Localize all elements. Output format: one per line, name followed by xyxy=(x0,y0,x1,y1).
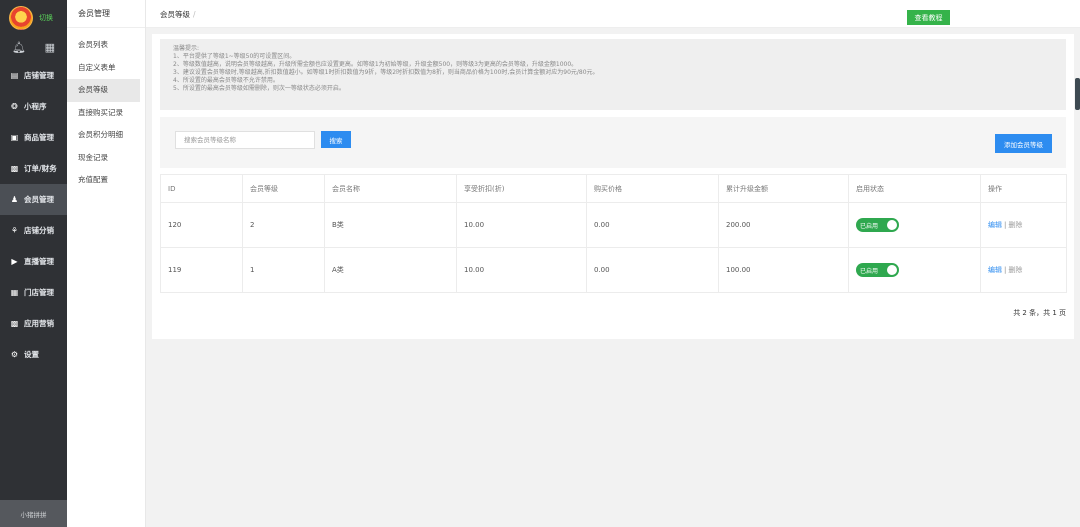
subnav-item-cash-record[interactable]: 现金记录 xyxy=(67,147,140,170)
subnav-item-direct-purchase[interactable]: 直接购买记录 xyxy=(67,102,140,125)
tips-line: 1、平台提供了等级1~等级50的可设置区间。 xyxy=(173,53,296,60)
tips-line: 4、所设置的最高会员等级不允许禁用。 xyxy=(173,77,279,84)
cell-discount: 10.00 xyxy=(456,247,587,293)
col-header-status: 启用状态 xyxy=(848,174,981,203)
sub-sidebar-title: 会员管理 xyxy=(67,0,145,28)
sidebar-item-apps[interactable]: ▩ 应用营销 xyxy=(0,308,67,339)
cell-level: 2 xyxy=(242,202,325,248)
table-row: 120 2 B类 10.00 0.00 200.00 已启用 编辑 | 删除 xyxy=(160,202,1067,248)
delete-link[interactable]: 删除 xyxy=(1008,221,1022,229)
bell-icon[interactable]: 🔔︎ xyxy=(12,41,26,54)
col-header-actions: 操作 xyxy=(980,174,1067,203)
subnav-item-member-level[interactable]: 会员等级 xyxy=(67,79,140,102)
toggle-knob xyxy=(887,220,897,230)
sidebar-item-miniapp[interactable]: ❂ 小程序 xyxy=(0,91,67,122)
edit-link[interactable]: 编辑 xyxy=(988,221,1002,229)
shop-icon: ▦ xyxy=(10,288,19,297)
top-bar: 会员等级 / 查看教程 xyxy=(146,0,1080,28)
table-row: 119 1 A类 10.00 0.00 100.00 已启用 编辑 | 删除 xyxy=(160,247,1067,293)
cell-price: 0.00 xyxy=(586,202,719,248)
col-header-price: 购买价格 xyxy=(586,174,719,203)
breadcrumb-separator: / xyxy=(193,10,196,19)
member-level-table: ID 会员等级 会员名称 享受折扣(折) 购买价格 累计升级金额 启用状态 操作… xyxy=(160,174,1067,293)
add-member-level-button[interactable]: 添加会员等级 xyxy=(995,134,1052,153)
col-header-amount: 累计升级金额 xyxy=(718,174,849,203)
edit-link[interactable]: 编辑 xyxy=(988,266,1002,274)
cell-discount: 10.00 xyxy=(456,202,587,248)
gear-icon: ⚙ xyxy=(10,350,19,359)
main-nav: ▤ 店铺管理 ❂ 小程序 ▣ 商品管理 ▩ 订单/财务 ♟ 会员管理 ⚘ 店铺分销 ▶ 直播管… xyxy=(0,60,67,370)
col-header-id: ID xyxy=(160,174,243,203)
table-header-row: ID 会员等级 会员名称 享受折扣(折) 购买价格 累计升级金额 启用状态 操作 xyxy=(160,174,1067,203)
tips-line: 温馨提示: xyxy=(173,45,200,52)
main-panel: 温馨提示: 1、平台提供了等级1~等级50的可设置区间。 2、等级数值越高，说明… xyxy=(152,34,1074,339)
sidebar-item-member[interactable]: ♟ 会员管理 xyxy=(0,184,67,215)
cell-status: 已启用 xyxy=(848,247,981,293)
breadcrumb-current: 会员等级 xyxy=(160,10,190,19)
breadcrumb: 会员等级 / xyxy=(160,9,196,20)
sidebar-item-product[interactable]: ▣ 商品管理 xyxy=(0,122,67,153)
status-toggle[interactable]: 已启用 xyxy=(856,218,899,232)
action-separator: | xyxy=(1004,221,1007,229)
subnav-item-points-detail[interactable]: 会员积分明细 xyxy=(67,124,140,147)
tips-line: 3、建议设置会员等级时,等级越高,折扣数值越小。如等级1时折扣数值为9折，等级2… xyxy=(173,69,599,76)
cell-amount: 100.00 xyxy=(718,247,849,293)
sidebar-header: 切换 xyxy=(0,0,67,36)
apps-icon: ▩ xyxy=(10,319,19,328)
cell-actions: 编辑 | 删除 xyxy=(980,202,1067,248)
tips-line: 5、所设置的最高会员等级如需删除，则次一等级状态必须开启。 xyxy=(173,85,345,92)
status-toggle[interactable]: 已启用 xyxy=(856,263,899,277)
switch-link[interactable]: 切换 xyxy=(39,13,53,23)
sidebar-item-live[interactable]: ▶ 直播管理 xyxy=(0,246,67,277)
cell-id: 120 xyxy=(160,202,243,248)
member-icon: ♟ xyxy=(10,195,19,204)
search-input[interactable] xyxy=(175,131,315,149)
tips-line: 2、等级数值越高，说明会员等级越高，升级所需金额也应设置更高。如等级1为初始等级… xyxy=(173,61,578,68)
subnav-item-custom-form[interactable]: 自定义表单 xyxy=(67,57,140,80)
search-panel: 搜索 添加会员等级 xyxy=(160,117,1066,168)
col-header-discount: 享受折扣(折) xyxy=(456,174,587,203)
cell-amount: 200.00 xyxy=(718,202,849,248)
qrcode-icon[interactable]: ▦ xyxy=(45,41,55,54)
sidebar-item-distribution[interactable]: ⚘ 店铺分销 xyxy=(0,215,67,246)
store-icon: ▤ xyxy=(10,71,19,80)
sidebar-item-store[interactable]: ▤ 店铺管理 xyxy=(0,60,67,91)
miniapp-icon: ❂ xyxy=(11,102,18,111)
sub-nav: 会员列表 自定义表单 会员等级 直接购买记录 会员积分明细 现金记录 充值配置 xyxy=(67,34,145,192)
cell-name: A类 xyxy=(324,247,457,293)
sub-sidebar: 会员管理 会员列表 自定义表单 会员等级 直接购买记录 会员积分明细 现金记录 … xyxy=(67,0,146,527)
product-icon: ▣ xyxy=(10,133,19,142)
cell-price: 0.00 xyxy=(586,247,719,293)
cell-level: 1 xyxy=(242,247,325,293)
user-name[interactable]: 小猪拼拼 xyxy=(0,500,67,527)
page-scrollbar[interactable] xyxy=(1075,78,1080,110)
sidebar-item-order[interactable]: ▩ 订单/财务 xyxy=(0,153,67,184)
col-header-name: 会员名称 xyxy=(324,174,457,203)
tips-box: 温馨提示: 1、平台提供了等级1~等级50的可设置区间。 2、等级数值越高，说明… xyxy=(160,39,1066,110)
pagination-summary: 共 2 条，共 1 页 xyxy=(1013,309,1066,317)
view-tutorial-button[interactable]: 查看教程 xyxy=(907,10,950,25)
subnav-item-recharge-config[interactable]: 充值配置 xyxy=(67,169,140,192)
sidebar-tools: 🔔︎ ▦ xyxy=(0,36,67,58)
status-toggle-label: 已启用 xyxy=(860,267,879,275)
toggle-knob xyxy=(887,265,897,275)
status-toggle-label: 已启用 xyxy=(860,222,879,230)
distribution-icon: ⚘ xyxy=(10,226,19,235)
main-sidebar: 切换 🔔︎ ▦ ▤ 店铺管理 ❂ 小程序 ▣ 商品管理 ▩ 订单/财务 ♟ 会员管理 ⚘ 店… xyxy=(0,0,67,527)
sidebar-item-settings[interactable]: ⚙ 设置 xyxy=(0,339,67,370)
action-separator: | xyxy=(1004,266,1007,274)
cell-name: B类 xyxy=(324,202,457,248)
col-header-level: 会员等级 xyxy=(242,174,325,203)
order-icon: ▩ xyxy=(10,164,19,173)
live-icon: ▶ xyxy=(11,257,18,266)
subnav-item-member-list[interactable]: 会员列表 xyxy=(67,34,140,57)
cell-actions: 编辑 | 删除 xyxy=(980,247,1067,293)
search-button[interactable]: 搜索 xyxy=(321,131,351,148)
cell-status: 已启用 xyxy=(848,202,981,248)
delete-link[interactable]: 删除 xyxy=(1008,266,1022,274)
sidebar-item-shop[interactable]: ▦ 门店管理 xyxy=(0,277,67,308)
cell-id: 119 xyxy=(160,247,243,293)
shop-logo[interactable] xyxy=(9,6,33,30)
